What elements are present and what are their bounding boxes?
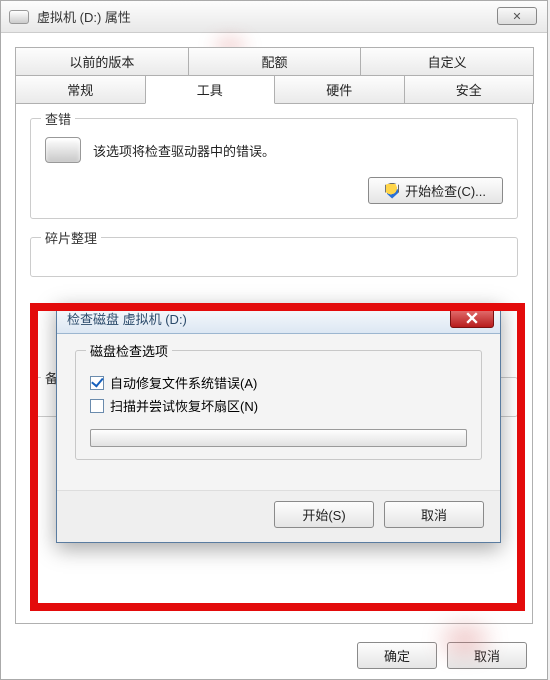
autofix-label: 自动修复文件系统错误(A) [110,373,257,392]
start-button[interactable]: 开始(S) [274,501,374,528]
error-checking-description: 该选项将检查驱动器中的错误。 [93,141,275,160]
scanbad-label: 扫描并尝试恢复坏扇区(N) [110,396,258,415]
check-disk-dialog: 检查磁盘 虚拟机 (D:) 磁盘检查选项 自动修复文件系统错误(A) 扫描并尝试… [56,303,501,543]
tab-quota[interactable]: 配额 [188,47,362,76]
error-checking-legend: 查错 [41,109,75,128]
titlebar[interactable]: 虚拟机 (D:) 属性 ✕ [1,1,547,33]
close-icon: ✕ [512,10,521,23]
tab-general[interactable]: 常规 [15,75,146,104]
progress-bar [90,429,467,447]
drive-icon [9,10,29,24]
tab-custom[interactable]: 自定义 [360,47,534,76]
autofix-checkbox[interactable] [90,376,104,390]
check-disk-close-button[interactable] [450,308,494,328]
close-icon [466,312,478,324]
window-close-button[interactable]: ✕ [497,7,537,25]
ok-button[interactable]: 确定 [357,642,437,669]
disk-check-options-group: 磁盘检查选项 自动修复文件系统错误(A) 扫描并尝试恢复坏扇区(N) [75,350,482,460]
start-check-button[interactable]: 开始检查(C)... [368,177,503,204]
defrag-legend: 碎片整理 [41,228,101,247]
disk-check-options-legend: 磁盘检查选项 [86,341,172,360]
check-disk-title: 检查磁盘 虚拟机 (D:) [63,309,187,328]
dialog-button-row: 确定 取消 [357,642,527,669]
tab-previous-versions[interactable]: 以前的版本 [15,47,189,76]
tab-hardware[interactable]: 硬件 [274,75,405,104]
tab-security[interactable]: 安全 [404,75,535,104]
scanbad-checkbox[interactable] [90,399,104,413]
uac-shield-icon [385,183,399,199]
tab-row-bottom: 常规 工具 硬件 安全 [15,75,533,104]
defrag-group: 碎片整理 [30,237,518,277]
error-checking-row: 该选项将检查驱动器中的错误。 [45,137,503,163]
cancel-button[interactable]: 取消 [447,642,527,669]
window-title: 虚拟机 (D:) 属性 [37,7,131,26]
tab-tools[interactable]: 工具 [145,75,276,104]
tab-row-top: 以前的版本 配额 自定义 [15,47,533,76]
option-autofix-row: 自动修复文件系统错误(A) [90,373,467,392]
start-check-label: 开始检查(C)... [405,181,486,200]
error-checking-group: 查错 该选项将检查驱动器中的错误。 开始检查(C)... [30,118,518,219]
check-disk-button-row: 开始(S) 取消 [57,490,500,542]
option-scanbad-row: 扫描并尝试恢复坏扇区(N) [90,396,467,415]
check-disk-titlebar[interactable]: 检查磁盘 虚拟机 (D:) [57,304,500,334]
disk-icon [45,137,81,163]
modal-cancel-button[interactable]: 取消 [384,501,484,528]
check-disk-body: 磁盘检查选项 自动修复文件系统错误(A) 扫描并尝试恢复坏扇区(N) [57,334,500,470]
